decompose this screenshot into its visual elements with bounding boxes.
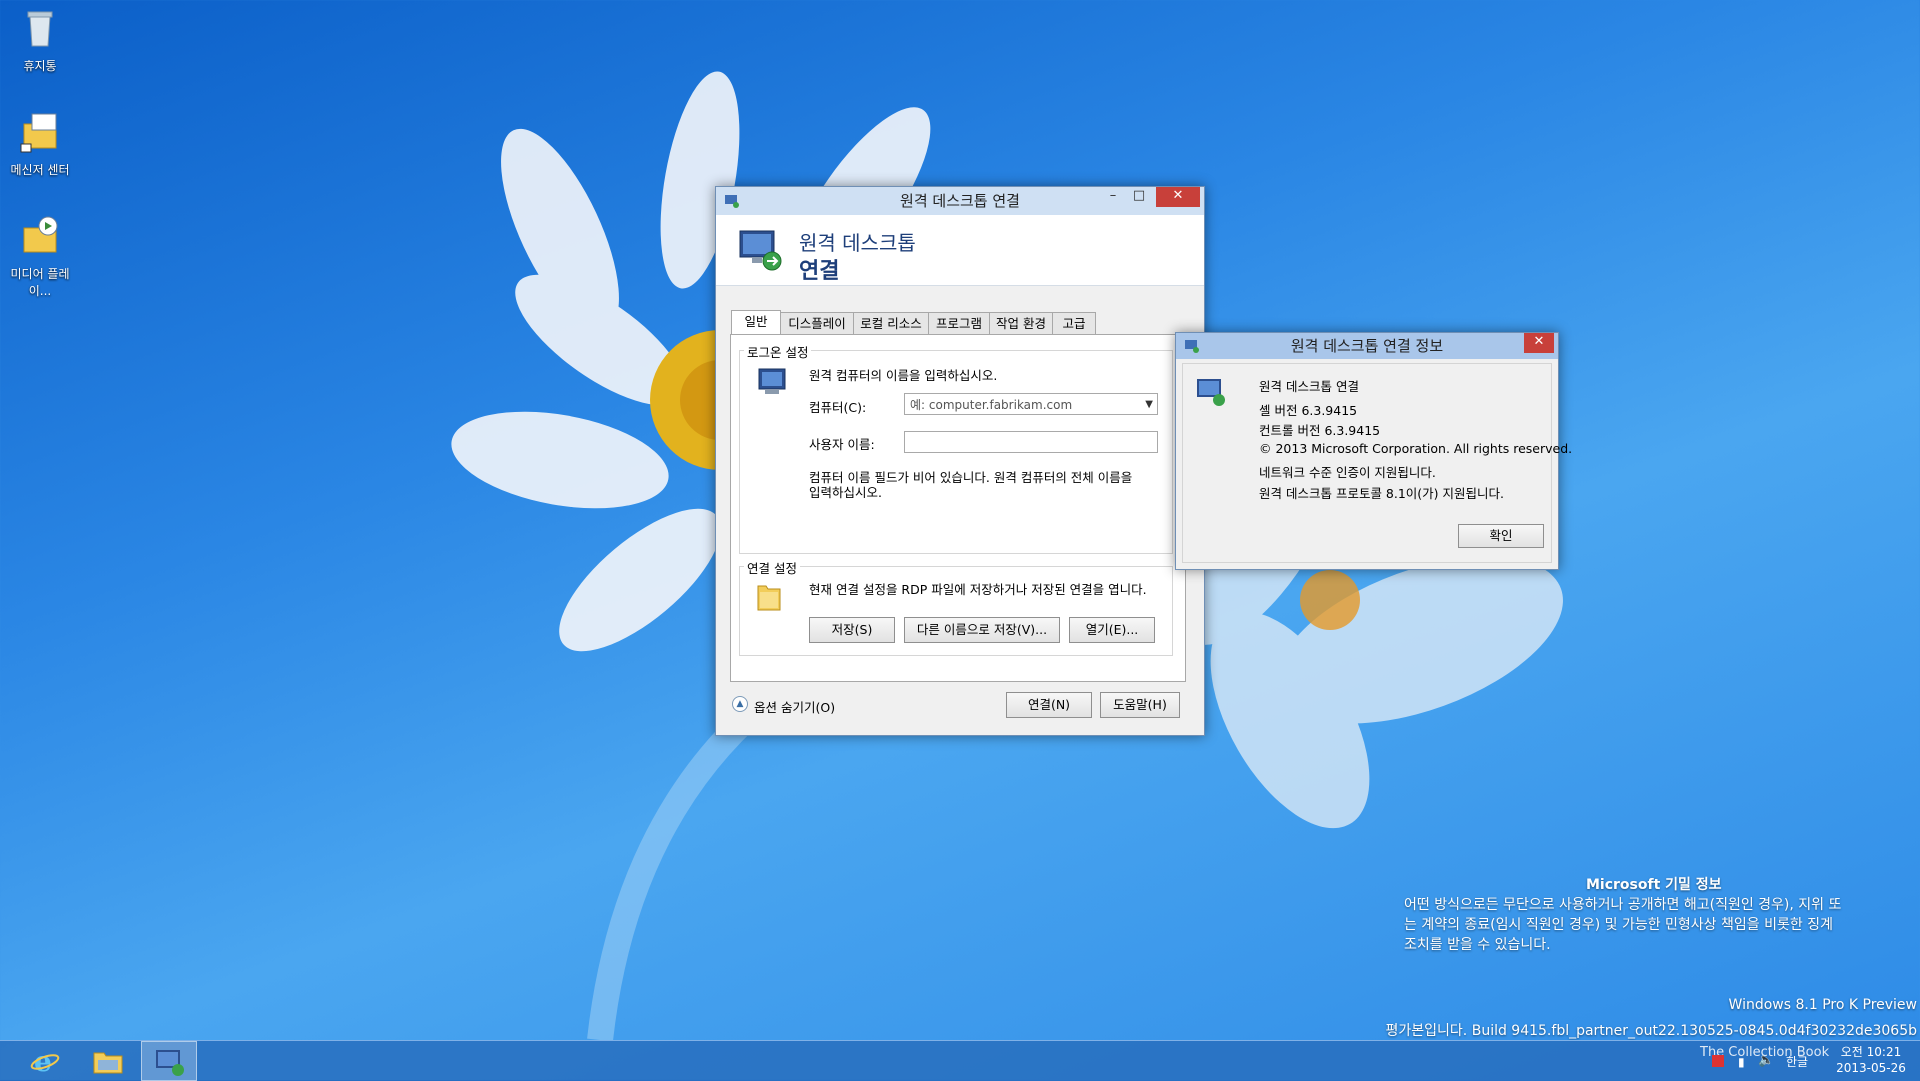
minimize-button[interactable]: – bbox=[1100, 187, 1126, 207]
about-shell-version: 셸 버전 6.3.9415 bbox=[1259, 403, 1358, 418]
header-title-line1: 원격 데스크톱 bbox=[799, 231, 916, 255]
rdp-titlebar[interactable]: 원격 데스크톱 연결 – □ ✕ bbox=[716, 187, 1204, 215]
tab-experience[interactable]: 작업 환경 bbox=[989, 312, 1053, 335]
open-button[interactable]: 열기(E)... bbox=[1069, 617, 1155, 643]
remote-desktop-icon bbox=[739, 230, 782, 271]
recycle-bin-icon bbox=[27, 11, 53, 47]
desktop-icon-media-player[interactable]: 미디어 플레이... bbox=[0, 214, 80, 299]
volume-icon[interactable]: 🔈 bbox=[1758, 1053, 1774, 1068]
save-button[interactable]: 저장(S) bbox=[809, 617, 895, 643]
folder-icon bbox=[757, 585, 781, 611]
hint-text-line2: 입력하십시오. bbox=[809, 485, 882, 500]
taskbar-rdp-button[interactable] bbox=[141, 1041, 197, 1081]
desktop-icon-label: 미디어 플레이... bbox=[10, 267, 70, 298]
close-button[interactable]: ✕ bbox=[1156, 187, 1200, 207]
about-dialog-title: 원격 데스크톱 연결 정보 bbox=[1290, 337, 1444, 355]
username-field[interactable] bbox=[904, 431, 1158, 453]
computer-icon bbox=[758, 368, 786, 394]
media-player-icon bbox=[23, 216, 58, 253]
watermark-build: 평가본입니다. Build 9415.fbl_partner_out22.130… bbox=[1385, 1023, 1917, 1039]
about-close-button[interactable]: ✕ bbox=[1524, 333, 1554, 353]
computer-label: 컴퓨터(C): bbox=[809, 400, 867, 415]
rdp-header: 원격 데스크톱 연결 bbox=[716, 215, 1204, 286]
tab-display[interactable]: 디스플레이 bbox=[780, 312, 854, 335]
about-dialog: 원격 데스크톱 연결 정보 ✕ 원격 데스크톱 연결 셸 버전 6.3.9415… bbox=[1175, 332, 1572, 570]
username-label: 사용자 이름: bbox=[809, 437, 875, 452]
ok-button[interactable]: 확인 bbox=[1458, 524, 1544, 548]
taskbar-explorer-button[interactable] bbox=[80, 1041, 136, 1081]
network-error-icon[interactable] bbox=[1712, 1055, 1724, 1067]
watermark-line1: 어떤 방식으로든 무단으로 사용하거나 공개하면 해고(직원인 경우), 지위 … bbox=[1404, 897, 1842, 913]
network-icon[interactable]: ▮ bbox=[1738, 1055, 1745, 1069]
about-content: 원격 데스크톱 연결 셸 버전 6.3.9415 컨트롤 버전 6.3.9415… bbox=[1182, 363, 1572, 563]
about-control-version: 컨트롤 버전 6.3.9415 bbox=[1259, 423, 1381, 438]
rdp-window-title: 원격 데스크톱 연결 bbox=[900, 192, 1020, 210]
connection-settings-title: 연결 설정 bbox=[744, 558, 800, 577]
about-rdp-protocol: 원격 데스크톱 프로토콜 8.1이(가) 지원됩니다. bbox=[1259, 486, 1505, 501]
remote-desktop-icon bbox=[1197, 379, 1225, 406]
connection-desc-text: 현재 연결 설정을 RDP 파일에 저장하거나 저장된 연결을 엽니다. bbox=[809, 582, 1147, 597]
about-nla-support: 네트워크 수준 인증이 지원됩니다. bbox=[1259, 465, 1436, 480]
save-as-button[interactable]: 다른 이름으로 저장(V)... bbox=[904, 617, 1060, 643]
about-titlebar[interactable]: 원격 데스크톱 연결 정보 ✕ bbox=[1176, 333, 1558, 359]
header-title-line2: 연결 bbox=[799, 259, 840, 284]
desktop-icon-label: 메신저 센터 bbox=[10, 163, 70, 177]
messenger-center-icon bbox=[20, 113, 57, 153]
taskbar: e The Collection Book ▮ 🔈 한글 오전 10:21 20… bbox=[0, 1040, 1920, 1081]
watermark-edition: Windows 8.1 Pro K Preview bbox=[1728, 997, 1917, 1013]
help-button[interactable]: 도움말(H) bbox=[1100, 692, 1180, 718]
tab-programs[interactable]: 프로그램 bbox=[928, 312, 990, 335]
computer-placeholder: 예: computer.fabrikam.com bbox=[910, 398, 1073, 412]
maximize-button[interactable]: □ bbox=[1126, 187, 1152, 207]
watermark-line3: 조치를 받을 수 있습니다. bbox=[1404, 937, 1551, 953]
file-explorer-icon bbox=[93, 1052, 123, 1074]
clock-time: 오전 10:21 bbox=[1840, 1045, 1902, 1059]
watermark-line2: 는 계약의 종료(임시 직원인 경우) 및 가능한 민형사상 책임을 비롯한 징… bbox=[1404, 917, 1833, 933]
watermark-title: Microsoft 기밀 정보 bbox=[1586, 877, 1722, 893]
clock[interactable]: 오전 10:21 2013-05-26 bbox=[1826, 1044, 1916, 1076]
taskbar-ie-button[interactable]: e bbox=[18, 1041, 74, 1081]
clock-date: 2013-05-26 bbox=[1836, 1061, 1906, 1075]
hide-options-link[interactable]: 옵션 숨기기(O) bbox=[754, 697, 835, 716]
connect-button[interactable]: 연결(N) bbox=[1006, 692, 1092, 718]
computer-combobox[interactable]: 예: computer.fabrikam.com ▼ bbox=[904, 393, 1158, 415]
tab-advanced[interactable]: 고급 bbox=[1052, 312, 1096, 335]
logon-prompt-text: 원격 컴퓨터의 이름을 입력하십시오. bbox=[809, 368, 998, 383]
tab-local-resources[interactable]: 로컬 리소스 bbox=[853, 312, 929, 335]
desktop-icon-label: 휴지통 bbox=[23, 59, 57, 73]
ime-indicator[interactable]: 한글 bbox=[1786, 1053, 1808, 1070]
tab-general[interactable]: 일반 bbox=[731, 310, 781, 335]
desktop-icon-messenger-center[interactable]: 메신저 센터 bbox=[0, 110, 80, 178]
desktop-icon-recycle-bin[interactable]: 휴지통 bbox=[0, 6, 80, 74]
internet-explorer-icon: e bbox=[30, 1047, 60, 1075]
about-product-name: 원격 데스크톱 연결 bbox=[1259, 379, 1359, 394]
remote-desktop-icon bbox=[156, 1050, 184, 1076]
logon-settings-title: 로그온 설정 bbox=[744, 342, 812, 361]
about-copyright: © 2013 Microsoft Corporation. All rights… bbox=[1259, 441, 1573, 456]
chevron-down-icon[interactable]: ▼ bbox=[1145, 394, 1153, 416]
collapse-options-icon[interactable]: ▲ bbox=[732, 696, 748, 712]
rdp-window-icon bbox=[1185, 340, 1199, 353]
rdp-window-icon bbox=[725, 195, 739, 208]
